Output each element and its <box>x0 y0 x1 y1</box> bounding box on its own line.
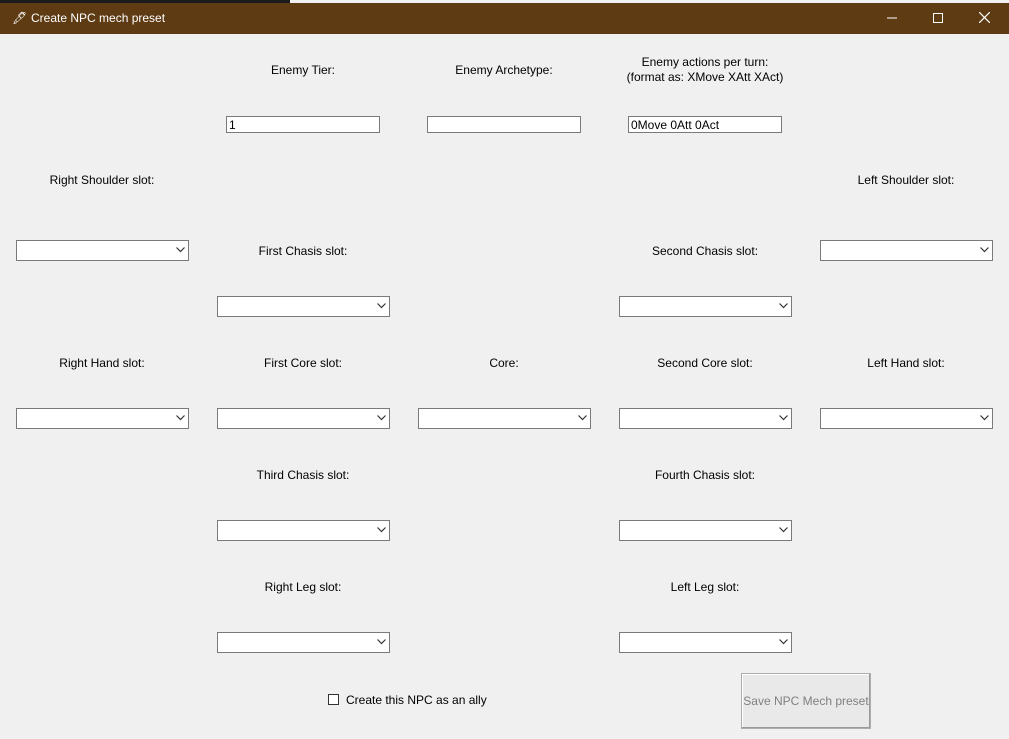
second-core-combobox[interactable] <box>619 408 792 429</box>
chevron-down-icon <box>377 639 386 645</box>
window-title: Create NPC mech preset <box>31 11 166 25</box>
enemy-actions-label: Enemy actions per turn: (format as: XMov… <box>605 55 805 85</box>
right-leg-combobox[interactable] <box>217 632 390 653</box>
core-label: Core: <box>489 356 519 370</box>
left-hand-label: Left Hand slot: <box>867 356 945 370</box>
first-core-combobox[interactable] <box>217 408 390 429</box>
enemy-tier-label: Enemy Tier: <box>270 63 336 77</box>
chevron-down-icon <box>980 247 989 253</box>
maximize-icon <box>933 13 943 23</box>
fourth-chasis-label: Fourth Chasis slot: <box>654 468 756 482</box>
right-shoulder-combobox[interactable] <box>16 240 189 261</box>
close-icon <box>978 11 990 24</box>
left-shoulder-combobox[interactable] <box>820 240 993 261</box>
fourth-chasis-combobox[interactable] <box>619 520 792 541</box>
first-chasis-combobox[interactable] <box>217 296 390 317</box>
third-chasis-label: Third Chasis slot: <box>256 468 350 482</box>
right-hand-combobox[interactable] <box>16 408 189 429</box>
minimize-button[interactable] <box>869 3 915 34</box>
left-hand-combobox[interactable] <box>820 408 993 429</box>
first-chasis-label: First Chasis slot: <box>258 244 348 258</box>
ally-checkbox[interactable] <box>328 694 339 705</box>
enemy-tier-input[interactable] <box>226 116 380 133</box>
second-core-label: Second Core slot: <box>657 356 753 370</box>
right-shoulder-label: Right Shoulder slot: <box>49 173 155 187</box>
feather-icon: 🖋 <box>12 11 28 25</box>
chevron-down-icon <box>578 415 587 421</box>
right-leg-label: Right Leg slot: <box>264 580 342 594</box>
minimize-icon <box>887 17 897 19</box>
second-chasis-combobox[interactable] <box>619 296 792 317</box>
third-chasis-combobox[interactable] <box>217 520 390 541</box>
enemy-archetype-label: Enemy Archetype: <box>455 63 553 77</box>
second-chasis-label: Second Chasis slot: <box>651 244 759 258</box>
close-button[interactable] <box>961 3 1007 34</box>
title-bar: 🖋 Create NPC mech preset <box>0 3 1009 34</box>
chevron-down-icon <box>377 527 386 533</box>
left-leg-combobox[interactable] <box>619 632 792 653</box>
core-combobox[interactable] <box>418 408 591 429</box>
first-core-label: First Core slot: <box>263 356 342 370</box>
chevron-down-icon <box>779 527 788 533</box>
chevron-down-icon <box>980 415 989 421</box>
save-npc-mech-preset-button[interactable]: Save NPC Mech preset <box>741 673 871 729</box>
enemy-actions-input[interactable] <box>628 116 782 133</box>
maximize-button[interactable] <box>915 3 961 34</box>
chevron-down-icon <box>779 639 788 645</box>
chevron-down-icon <box>779 303 788 309</box>
ally-checkbox-label[interactable]: Create this NPC as an ally <box>346 693 487 707</box>
left-shoulder-label: Left Shoulder slot: <box>857 173 955 187</box>
right-hand-label: Right Hand slot: <box>59 356 145 370</box>
enemy-actions-label-line1: Enemy actions per turn: <box>641 55 769 69</box>
chevron-down-icon <box>176 415 185 421</box>
left-leg-label: Left Leg slot: <box>670 580 740 594</box>
chevron-down-icon <box>377 303 386 309</box>
chevron-down-icon <box>377 415 386 421</box>
enemy-actions-label-line2: (format as: XMove XAtt XAct) <box>626 70 784 84</box>
enemy-archetype-input[interactable] <box>427 116 581 133</box>
chevron-down-icon <box>176 247 185 253</box>
chevron-down-icon <box>779 415 788 421</box>
